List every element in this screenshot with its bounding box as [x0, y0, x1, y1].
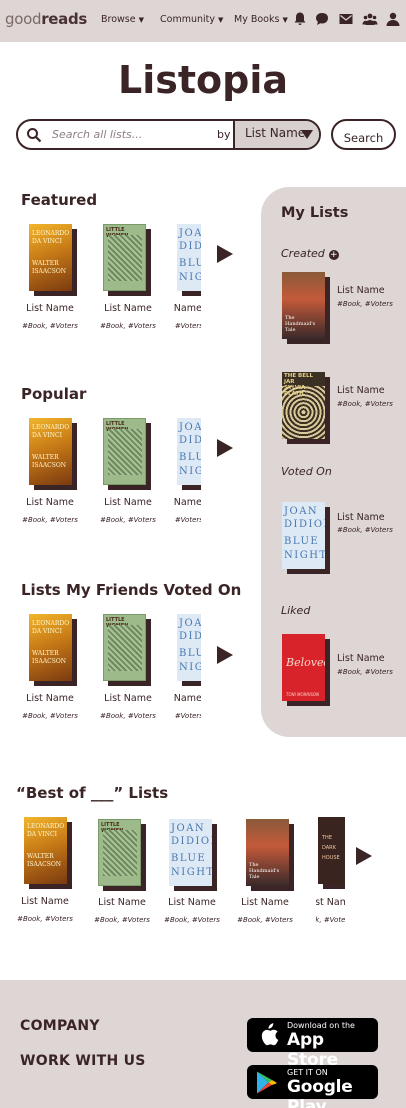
my-list-name[interactable]: List Name: [337, 385, 385, 396]
list-name[interactable]: List Name: [15, 497, 85, 508]
book-cover-leonardo[interactable]: LEONARDO DA VINCI WALTER ISAACSON: [29, 224, 77, 296]
nav-my-books[interactable]: My Books ▼: [234, 14, 288, 25]
my-list-name[interactable]: List Name: [337, 285, 385, 296]
mail-icon[interactable]: [338, 11, 354, 27]
my-list-meta: #Book, #Voters: [337, 400, 393, 408]
list-name[interactable]: List Name: [15, 693, 85, 704]
search-input[interactable]: Search all lists...: [52, 128, 142, 141]
goodreads-logo[interactable]: goodreads: [5, 10, 87, 28]
book-cover-leonardo[interactable]: LEONARDO DA VINCI WALTER ISAACSON: [29, 418, 77, 490]
my-lists-voted-heading: Voted On: [281, 465, 332, 478]
my-list-meta: #Book, #Voters: [337, 526, 393, 534]
bell-icon[interactable]: [292, 11, 308, 27]
chevron-down-icon: ▼: [282, 16, 288, 24]
book-cover-leonardo[interactable]: LEONARDO DA VINCI WALTER ISAACSON: [24, 817, 72, 889]
my-list-name[interactable]: List Name: [337, 653, 385, 664]
nav-community[interactable]: Community ▼: [160, 14, 223, 25]
list-meta: #Book, #Voters: [100, 322, 156, 330]
carousel-next-icon[interactable]: [217, 646, 233, 664]
list-name[interactable]: List Name: [87, 897, 157, 908]
nav-browse[interactable]: Browse ▼: [101, 14, 144, 25]
my-list-meta: #Book, #Voters: [337, 668, 393, 676]
clipped-list-card: JOANDIDIONBLUENIGHTS List Name #Book, #V…: [174, 416, 201, 528]
book-cover-bell-jar[interactable]: THE BELL JAR SYLVIA PLATH: [282, 372, 330, 444]
search-by-label: by: [217, 128, 231, 141]
book-cover-joan-didion[interactable]: JOANDIDIONBLUENIGHTS: [169, 819, 217, 891]
my-list-meta: #Book, #Voters: [337, 300, 393, 308]
list-meta: #Book, #Voters: [316, 916, 345, 924]
add-list-icon[interactable]: +: [328, 250, 339, 260]
footer-work-link[interactable]: WORK WITH US: [20, 1053, 146, 1069]
list-meta: #Book, #Voters: [100, 712, 156, 720]
list-meta: #Book, #Voters: [174, 516, 201, 524]
footer: COMPANY WORK WITH US Download on the App…: [0, 980, 406, 1108]
list-meta: #Book, #Voters: [22, 516, 78, 524]
list-name[interactable]: List Name: [15, 303, 85, 314]
app-store-badge[interactable]: Download on the App Store: [247, 1018, 378, 1070]
book-cover-dark-house[interactable]: THE DARK HOUSE: [318, 817, 345, 889]
book-cover-little-women[interactable]: LITTLE WOMEN: [103, 224, 151, 296]
book-cover-joan-didion[interactable]: JOANDIDIONBLUENIGHTS: [177, 614, 201, 686]
list-name[interactable]: List Name: [93, 497, 163, 508]
book-cover-leonardo[interactable]: LEONARDO DA VINCI WALTER ISAACSON: [29, 614, 77, 686]
chevron-down-icon: ▼: [218, 16, 224, 24]
list-name[interactable]: List Name: [174, 303, 201, 314]
list-meta: #Book, #Voters: [164, 916, 220, 924]
list-meta: #Book, #Voters: [100, 516, 156, 524]
list-meta: #Book, #Voters: [22, 322, 78, 330]
section-title-featured: Featured: [21, 191, 98, 209]
list-meta: #Book, #Voters: [22, 712, 78, 720]
profile-icon[interactable]: [385, 11, 401, 27]
carousel-next-icon[interactable]: [217, 439, 233, 457]
clipped-list-card: THEDARKHOUSE List Name #Book, #Voters: [316, 815, 345, 927]
list-name[interactable]: List Name: [230, 897, 300, 908]
my-lists-liked-heading: Liked: [281, 604, 311, 617]
apple-icon: [261, 1023, 279, 1046]
dropdown-triangle-icon: [301, 130, 313, 139]
list-name[interactable]: List Name: [174, 693, 201, 704]
section-title-popular: Popular: [21, 385, 87, 403]
list-meta: #Book, #Voters: [237, 916, 293, 924]
list-name[interactable]: List Name: [93, 693, 163, 704]
list-meta: #Book, #Voters: [174, 712, 201, 720]
search-icon: [27, 128, 42, 143]
section-title-friends: Lists My Friends Voted On: [21, 581, 242, 599]
clipped-list-card: JOANDIDIONBLUENIGHTS List Name #Book, #V…: [174, 612, 201, 724]
book-cover-joan-didion[interactable]: JOANDIDIONBLUENIGHTS: [177, 418, 201, 490]
footer-company-link[interactable]: COMPANY: [20, 1018, 100, 1034]
book-cover-handmaids-tale[interactable]: The Handmaid's Tale: [282, 272, 330, 344]
book-cover-handmaids-tale[interactable]: The Handmaid's Tale: [246, 819, 294, 891]
list-name[interactable]: List Name: [316, 897, 345, 908]
section-title-best-of: “Best of ___” Lists: [16, 784, 169, 802]
book-cover-little-women[interactable]: LITTLE WOMEN: [98, 819, 146, 891]
carousel-next-icon[interactable]: [356, 847, 372, 865]
book-cover-joan-didion[interactable]: JOANDIDIONBLUENIGHTS: [177, 224, 201, 296]
book-cover-little-women[interactable]: LITTLE WOMEN: [103, 418, 151, 490]
my-list-name[interactable]: List Name: [337, 512, 385, 523]
list-name[interactable]: List Name: [157, 897, 227, 908]
list-meta: #Book, #Voters: [94, 916, 150, 924]
list-name[interactable]: List Name: [10, 896, 80, 907]
top-nav: goodreads Browse ▼ Community ▼ My Books …: [0, 0, 406, 42]
clipped-list-card: JOANDIDIONBLUENIGHTS List Name #Book, #V…: [174, 222, 201, 334]
book-cover-beloved[interactable]: BelovedTONI MORRISON: [282, 634, 330, 706]
carousel-next-icon[interactable]: [217, 245, 233, 263]
my-lists-created-heading: Created +: [281, 247, 339, 260]
google-play-icon: [257, 1071, 277, 1094]
friends-icon[interactable]: [362, 11, 378, 27]
page-title: Listopia: [118, 58, 288, 102]
google-play-badge[interactable]: GET IT ON Google Play: [247, 1065, 378, 1108]
book-cover-joan-didion[interactable]: JOANDIDIONBLUENIGHTS: [282, 502, 330, 574]
list-meta: #Book, #Voters: [17, 915, 73, 923]
book-cover-little-women[interactable]: LITTLE WOMEN: [103, 614, 151, 686]
chat-icon[interactable]: [314, 11, 330, 27]
my-lists-title: My Lists: [281, 205, 349, 221]
search-button[interactable]: Search: [331, 119, 396, 150]
list-name[interactable]: List Name: [174, 497, 201, 508]
search-bar[interactable]: Search all lists... by List Name: [16, 119, 321, 150]
chevron-down-icon: ▼: [138, 16, 145, 24]
search-filter-dropdown[interactable]: List Name: [233, 121, 319, 148]
list-meta: #Book, #Voters: [174, 322, 201, 330]
list-name[interactable]: List Name: [93, 303, 163, 314]
